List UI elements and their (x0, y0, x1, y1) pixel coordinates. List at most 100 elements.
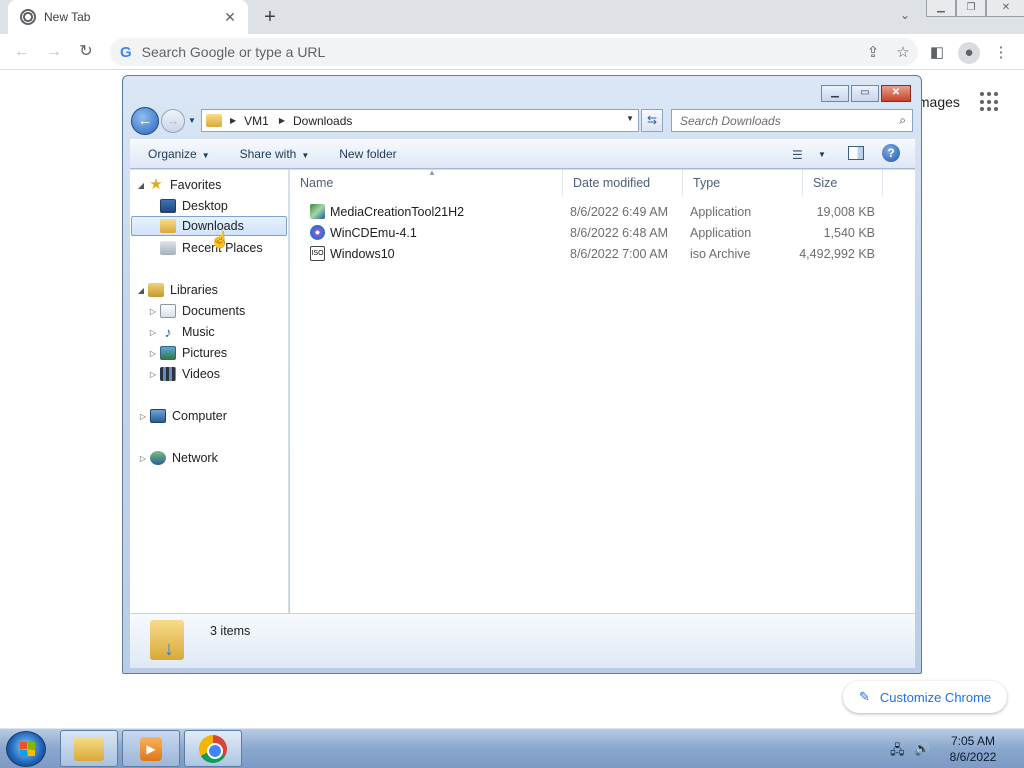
minimize-icon[interactable]: ▁ (821, 85, 849, 102)
omnibox[interactable]: G Search Google or type a URL ⇪ ☆ (110, 38, 918, 66)
preview-pane-icon[interactable] (848, 146, 864, 160)
iso-icon: ISO (310, 246, 325, 261)
file-name: Windows10 (330, 247, 395, 261)
chrome-toolbar: ← → ↻ G Search Google or type a URL ⇪ ☆ … (0, 34, 1024, 70)
collapsed-arrow-icon[interactable]: ▷ (148, 328, 158, 337)
refresh-icon[interactable]: ⇆ (641, 109, 663, 132)
forward-arrow-icon[interactable]: → (42, 40, 66, 64)
file-row[interactable]: WinCDEmu-4.1 8/6/2022 6:48 AM Applicatio… (290, 223, 915, 243)
file-row[interactable]: ISO Windows10 8/6/2022 7:00 AM iso Archi… (290, 244, 915, 264)
google-g-icon: G (120, 43, 132, 61)
explorer-window: ▁ ▭ ✕ ← → ▼ ▶ VM1 ▶ Downloads ▼ ⇆ Search… (122, 75, 922, 674)
libraries-icon (148, 283, 164, 297)
tab-close-icon[interactable]: ✕ (222, 9, 238, 26)
back-arrow-icon[interactable]: ← (10, 40, 34, 64)
nav-desktop[interactable]: Desktop (160, 196, 228, 216)
file-name: WinCDEmu-4.1 (330, 226, 417, 240)
collapsed-arrow-icon[interactable]: ▷ (148, 307, 158, 316)
nav-documents[interactable]: ▷ Documents (148, 301, 245, 321)
nav-favorites[interactable]: ◢ ★ Favorites (136, 175, 221, 195)
taskbar-chrome-button[interactable] (184, 730, 242, 767)
taskbar-media-player-button[interactable]: ▶ (122, 730, 180, 767)
share-with-button[interactable]: Share with ▼ (240, 147, 310, 161)
nav-label: Desktop (182, 199, 228, 213)
media-player-icon: ▶ (140, 736, 162, 761)
file-row[interactable]: MediaCreationTool21H2 8/6/2022 6:49 AM A… (290, 202, 915, 222)
close-icon[interactable]: ✕ (881, 85, 911, 102)
network-tray-icon[interactable]: 🖧 (890, 741, 905, 763)
taskbar-explorer-button[interactable] (60, 730, 118, 767)
history-dropdown-icon[interactable]: ▼ (188, 116, 196, 125)
expanded-arrow-icon[interactable]: ◢ (136, 286, 146, 295)
breadcrumb-downloads[interactable]: Downloads (293, 114, 352, 128)
nav-network[interactable]: ▷ Network (138, 448, 218, 468)
search-icon[interactable]: ⌕ (899, 113, 906, 128)
clock-time: 7:05 AM (950, 734, 996, 748)
column-header-size[interactable]: Size (803, 170, 883, 196)
collapsed-arrow-icon[interactable]: ▷ (138, 412, 148, 421)
customize-chrome-label: Customize Chrome (879, 689, 992, 705)
volume-icon[interactable]: 🔊 (914, 741, 930, 757)
profile-avatar-icon[interactable]: ● (958, 42, 980, 64)
tab-search-icon[interactable]: ⌄ (896, 8, 914, 26)
side-panel-icon[interactable]: ◧ (926, 42, 948, 64)
hand-cursor-icon: ☝ (210, 232, 230, 249)
sort-ascending-icon: ▲ (428, 168, 436, 177)
file-date: 8/6/2022 6:48 AM (570, 226, 668, 240)
organize-button[interactable]: Organize ▼ (148, 147, 210, 161)
organize-label: Organize (148, 147, 197, 161)
new-folder-button[interactable]: New folder (339, 147, 396, 161)
bookmark-star-icon[interactable]: ☆ (888, 43, 918, 61)
address-dropdown-icon[interactable]: ▼ (626, 114, 634, 123)
column-header-label: Type (693, 176, 721, 190)
breadcrumb-vm1[interactable]: VM1 (244, 114, 269, 128)
collapsed-arrow-icon[interactable]: ▷ (148, 349, 158, 358)
reload-icon[interactable]: ↻ (74, 40, 98, 64)
nav-computer[interactable]: ▷ Computer (138, 406, 227, 426)
forward-button[interactable]: → (161, 109, 185, 133)
nav-music[interactable]: ▷ ♪ Music (148, 322, 215, 342)
chevron-right-icon[interactable]: ▶ (230, 116, 236, 125)
maximize-icon[interactable]: ▭ (851, 85, 879, 102)
column-header-name[interactable]: Name ▲ (290, 168, 563, 196)
file-name: MediaCreationTool21H2 (330, 205, 465, 219)
videos-icon (160, 367, 176, 381)
search-input[interactable]: Search Downloads ⌕ (671, 109, 913, 132)
chevron-down-icon: ▼ (301, 151, 310, 160)
chevron-down-icon: ▼ (201, 151, 210, 160)
tab-new-tab[interactable]: New Tab ✕ (8, 0, 248, 34)
back-button[interactable]: ← (131, 107, 159, 135)
nav-videos[interactable]: ▷ Videos (148, 364, 220, 384)
restore-icon[interactable]: ❐ (956, 0, 986, 17)
chevron-down-icon[interactable]: ▼ (818, 150, 826, 159)
address-bar[interactable]: ▶ VM1 ▶ Downloads ▼ (201, 109, 639, 132)
help-icon[interactable]: ? (882, 144, 900, 162)
minimize-icon[interactable]: ▁ (926, 0, 956, 17)
nav-libraries[interactable]: ◢ Libraries (136, 280, 218, 300)
collapsed-arrow-icon[interactable]: ▷ (148, 370, 158, 379)
nav-downloads[interactable]: Downloads (131, 216, 287, 236)
star-icon: ★ (149, 176, 163, 193)
new-tab-button[interactable]: + (258, 4, 282, 30)
start-button[interactable] (6, 731, 46, 767)
nav-pictures[interactable]: ▷ Pictures (148, 343, 227, 363)
tab-title: New Tab (44, 10, 91, 24)
column-header-date[interactable]: Date modified (563, 170, 683, 196)
views-icon[interactable]: ☰ (792, 148, 803, 162)
music-icon: ♪ (164, 324, 172, 340)
system-clock[interactable]: 7:05 AM 8/6/2022 (938, 733, 1008, 765)
share-icon[interactable]: ⇪ (858, 43, 888, 61)
omnibox-placeholder[interactable]: Search Google or type a URL (142, 44, 858, 60)
column-header-label: Date modified (573, 176, 651, 190)
expanded-arrow-icon[interactable]: ◢ (136, 181, 146, 190)
computer-icon (150, 409, 166, 423)
collapsed-arrow-icon[interactable]: ▷ (138, 454, 148, 463)
google-apps-icon[interactable] (980, 92, 1000, 112)
close-icon[interactable]: ✕ (986, 0, 1024, 17)
details-pane: ↓ 3 items (130, 613, 915, 668)
customize-chrome-button[interactable]: ✎ Customize Chrome (843, 681, 1007, 713)
chrome-tab-strip: New Tab ✕ + ⌄ ▁ ❐ ✕ (0, 0, 1024, 34)
chrome-menu-icon[interactable]: ⋮ (990, 42, 1012, 64)
chevron-right-icon[interactable]: ▶ (279, 116, 285, 125)
column-header-type[interactable]: Type (683, 170, 803, 196)
